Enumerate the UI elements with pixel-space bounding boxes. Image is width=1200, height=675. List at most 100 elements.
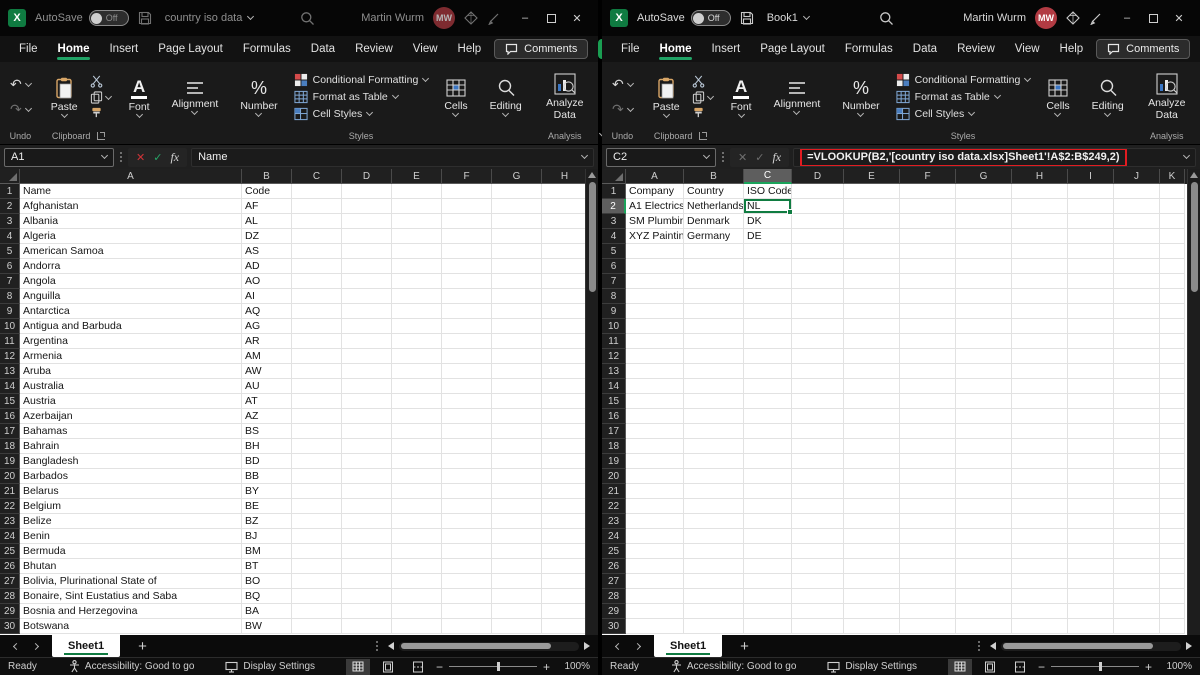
row-header-27[interactable]: 27 bbox=[0, 574, 20, 589]
cell-C24[interactable] bbox=[292, 529, 342, 544]
cell-E15[interactable] bbox=[844, 394, 900, 409]
ink-pen-icon[interactable] bbox=[487, 11, 501, 25]
cell-C8[interactable] bbox=[292, 289, 342, 304]
cell-D12[interactable] bbox=[792, 349, 844, 364]
cell-J19[interactable] bbox=[1114, 454, 1160, 469]
cell-G18[interactable] bbox=[492, 439, 542, 454]
cell-B25[interactable] bbox=[684, 544, 744, 559]
column-header-G[interactable]: G bbox=[956, 169, 1012, 184]
cell-H1[interactable] bbox=[542, 184, 585, 199]
cell-G2[interactable] bbox=[492, 199, 542, 214]
cell-H28[interactable] bbox=[1012, 589, 1068, 604]
cell-G18[interactable] bbox=[956, 439, 1012, 454]
row-header-12[interactable]: 12 bbox=[0, 349, 20, 364]
row-header-18[interactable]: 18 bbox=[602, 439, 626, 454]
tab-page-layout[interactable]: Page Layout bbox=[149, 39, 232, 59]
cell-C22[interactable] bbox=[292, 499, 342, 514]
cell-B23[interactable]: BZ bbox=[242, 514, 292, 529]
cell-F21[interactable] bbox=[900, 484, 956, 499]
cell-H2[interactable] bbox=[542, 199, 585, 214]
cell-B29[interactable]: BA bbox=[242, 604, 292, 619]
cell-H6[interactable] bbox=[1012, 259, 1068, 274]
cell-B3[interactable]: Denmark bbox=[684, 214, 744, 229]
cell-H29[interactable] bbox=[542, 604, 585, 619]
cell-I17[interactable] bbox=[1068, 424, 1114, 439]
cell-C29[interactable] bbox=[744, 604, 792, 619]
cell-K14[interactable] bbox=[1160, 379, 1185, 394]
cell-J3[interactable] bbox=[1114, 214, 1160, 229]
cell-K4[interactable] bbox=[1160, 229, 1185, 244]
cell-F2[interactable] bbox=[442, 199, 492, 214]
cell-A4[interactable]: Algeria bbox=[20, 229, 242, 244]
cell-D17[interactable] bbox=[792, 424, 844, 439]
cell-F28[interactable] bbox=[900, 589, 956, 604]
cell-F8[interactable] bbox=[442, 289, 492, 304]
cell-B4[interactable]: DZ bbox=[242, 229, 292, 244]
cell-H22[interactable] bbox=[1012, 499, 1068, 514]
cell-E29[interactable] bbox=[844, 604, 900, 619]
row-header-16[interactable]: 16 bbox=[602, 409, 626, 424]
cell-G12[interactable] bbox=[956, 349, 1012, 364]
cell-B25[interactable]: BM bbox=[242, 544, 292, 559]
cell-G6[interactable] bbox=[956, 259, 1012, 274]
tab-formulas[interactable]: Formulas bbox=[234, 39, 300, 59]
cell-G24[interactable] bbox=[956, 529, 1012, 544]
row-header-4[interactable]: 4 bbox=[602, 229, 626, 244]
cell-F3[interactable] bbox=[442, 214, 492, 229]
cell-C2[interactable]: NL bbox=[744, 199, 792, 214]
cell-A18[interactable]: Bahrain bbox=[20, 439, 242, 454]
cell-E4[interactable] bbox=[392, 229, 442, 244]
cell-F8[interactable] bbox=[900, 289, 956, 304]
cell-B18[interactable] bbox=[684, 439, 744, 454]
cell-H27[interactable] bbox=[1012, 574, 1068, 589]
cell-F25[interactable] bbox=[442, 544, 492, 559]
cell-D21[interactable] bbox=[342, 484, 392, 499]
column-header-G[interactable]: G bbox=[492, 169, 542, 184]
cell-A26[interactable] bbox=[626, 559, 684, 574]
cell-C1[interactable]: ISO Code bbox=[744, 184, 792, 199]
cell-A9[interactable]: Antarctica bbox=[20, 304, 242, 319]
cell-C28[interactable] bbox=[292, 589, 342, 604]
cell-C23[interactable] bbox=[744, 514, 792, 529]
cell-K7[interactable] bbox=[1160, 274, 1185, 289]
cell-J29[interactable] bbox=[1114, 604, 1160, 619]
cell-B5[interactable]: AS bbox=[242, 244, 292, 259]
cell-B3[interactable]: AL bbox=[242, 214, 292, 229]
cell-G12[interactable] bbox=[492, 349, 542, 364]
cell-D11[interactable] bbox=[792, 334, 844, 349]
cell-D8[interactable] bbox=[792, 289, 844, 304]
zoom-slider[interactable]: − + bbox=[1038, 660, 1152, 674]
cell-K10[interactable] bbox=[1160, 319, 1185, 334]
cell-A21[interactable] bbox=[626, 484, 684, 499]
cell-F20[interactable] bbox=[900, 469, 956, 484]
horizontal-scrollbar[interactable] bbox=[982, 642, 1200, 651]
cell-A29[interactable]: Bosnia and Herzegovina bbox=[20, 604, 242, 619]
row-header-20[interactable]: 20 bbox=[0, 469, 20, 484]
row-header-2[interactable]: 2 bbox=[0, 199, 20, 214]
cancel-button[interactable]: ✕ bbox=[136, 151, 145, 164]
cell-A25[interactable]: Bermuda bbox=[20, 544, 242, 559]
cell-D9[interactable] bbox=[342, 304, 392, 319]
cell-K15[interactable] bbox=[1160, 394, 1185, 409]
cell-H14[interactable] bbox=[1012, 379, 1068, 394]
page-layout-view-button[interactable] bbox=[376, 659, 400, 675]
cell-F24[interactable] bbox=[442, 529, 492, 544]
formula-bar-grip[interactable] bbox=[720, 152, 726, 162]
column-header-I[interactable]: I bbox=[1068, 169, 1114, 184]
cell-B26[interactable]: BT bbox=[242, 559, 292, 574]
number-button[interactable]: % Number bbox=[234, 76, 283, 118]
cell-F3[interactable] bbox=[900, 214, 956, 229]
cell-J28[interactable] bbox=[1114, 589, 1160, 604]
cell-B24[interactable]: BJ bbox=[242, 529, 292, 544]
cell-I23[interactable] bbox=[1068, 514, 1114, 529]
cell-D20[interactable] bbox=[792, 469, 844, 484]
cell-A23[interactable]: Belize bbox=[20, 514, 242, 529]
cell-E23[interactable] bbox=[844, 514, 900, 529]
number-button[interactable]: % Number bbox=[836, 76, 885, 118]
zoom-out-button[interactable]: − bbox=[436, 660, 443, 674]
cell-F21[interactable] bbox=[442, 484, 492, 499]
cell-H16[interactable] bbox=[542, 409, 585, 424]
cell-B12[interactable]: AM bbox=[242, 349, 292, 364]
cell-F11[interactable] bbox=[900, 334, 956, 349]
cell-G2[interactable] bbox=[956, 199, 1012, 214]
